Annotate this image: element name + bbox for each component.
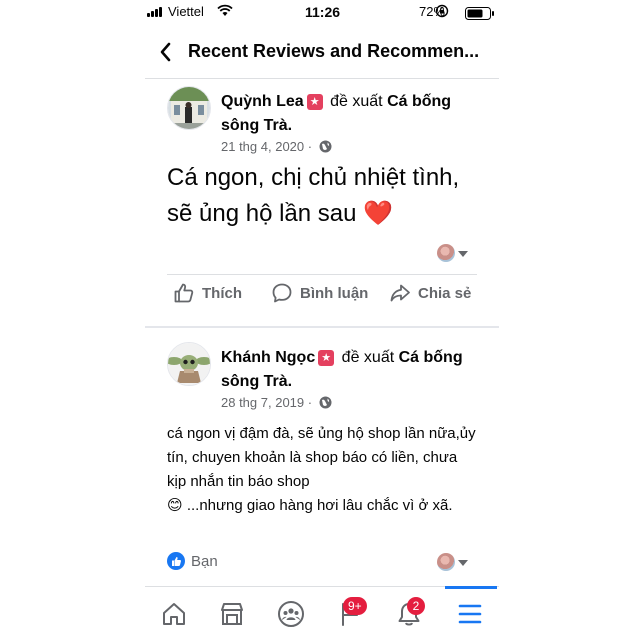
tab-groups[interactable]: [262, 587, 320, 641]
tab-menu[interactable]: [441, 587, 499, 641]
chevron-down-icon[interactable]: [458, 251, 468, 257]
author-name[interactable]: Quỳnh Lea: [221, 93, 304, 110]
active-tab-indicator: [445, 586, 497, 589]
comment-button[interactable]: Bình luận: [271, 282, 368, 304]
like-label: Thích: [202, 284, 242, 302]
post-header: Khánh Ngọc ★ đề xuất Cá bống sông Trà.: [221, 346, 481, 394]
back-icon[interactable]: [157, 40, 175, 64]
like-reaction-icon: [167, 552, 185, 570]
reaction-label: Bạn: [191, 552, 218, 570]
tab-home[interactable]: [145, 587, 203, 641]
menu-icon: [458, 604, 482, 624]
recommend-star-icon: ★: [318, 350, 335, 366]
reaction-avatar[interactable]: [437, 244, 455, 262]
divider: [167, 274, 477, 275]
signal-icon: [147, 7, 162, 17]
battery-percent: 72%: [419, 4, 446, 19]
author-name[interactable]: Khánh Ngọc: [221, 349, 315, 366]
post-header: Quỳnh Lea ★ đề xuất Cá bống sông Trà.: [221, 90, 481, 138]
avatar[interactable]: [167, 342, 211, 386]
header: Recent Reviews and Recommen...: [145, 30, 499, 79]
post-text: cá ngon vị đậm đà, sẽ ủng hộ shop lần nữ…: [167, 422, 477, 518]
recommend-verb: đề xuất: [330, 93, 383, 110]
recommend-star-icon: ★: [306, 94, 323, 110]
heart-emoji: ❤️: [363, 200, 394, 227]
reactions-summary[interactable]: Bạn: [167, 552, 218, 570]
pages-badge: 9+: [343, 597, 367, 615]
share-button[interactable]: Chia sẻ: [389, 282, 471, 304]
bottom-tab-bar: 9+ 2: [145, 586, 499, 641]
post-body: cá ngon vị đậm đà, sẽ ủng hộ shop lần nữ…: [167, 425, 476, 490]
smile-emoji: 😊: [167, 497, 183, 514]
post-body-continued: ...nhưng giao hàng hơi lâu chắc vì ở xã.: [186, 497, 453, 514]
tab-notifications[interactable]: [380, 587, 438, 641]
post-date-text: 28 thg 7, 2019: [221, 395, 305, 410]
chevron-down-icon[interactable]: [458, 560, 468, 566]
clock: 11:26: [305, 4, 341, 20]
recommend-verb: đề xuất: [341, 349, 395, 366]
tab-marketplace[interactable]: [203, 587, 261, 641]
groups-icon: [278, 601, 304, 627]
post-body: Cá ngon, chị chủ nhiệt tình, sẽ ủng hộ l…: [167, 164, 460, 227]
wifi-icon: [217, 4, 233, 16]
globe-icon: [319, 140, 332, 153]
share-icon: [390, 284, 410, 302]
post-date-text: 21 thg 4, 2020: [221, 139, 305, 154]
carrier-name: Viettel: [168, 4, 204, 19]
status-bar: Viettel 11:26 72%: [145, 0, 499, 26]
battery-icon: [465, 7, 494, 20]
notifications-badge: 2: [407, 597, 425, 615]
post-text: Cá ngon, chị chủ nhiệt tình, sẽ ủng hộ l…: [167, 160, 467, 232]
comment-label: Bình luận: [300, 284, 369, 302]
globe-icon: [319, 396, 332, 409]
app-screen: Viettel 11:26 72% Recent Reviews and Rec…: [145, 0, 499, 641]
post-date[interactable]: 21 thg 4, 2020 ·: [221, 139, 332, 154]
avatar[interactable]: [167, 86, 211, 130]
comment-icon: [272, 283, 292, 303]
like-button[interactable]: Thích: [173, 282, 242, 304]
page-title: Recent Reviews and Recommen...: [188, 41, 480, 61]
reaction-avatar[interactable]: [437, 553, 455, 571]
post-actions: Thích Bình luận Chia sẻ: [145, 282, 499, 316]
marketplace-icon: [221, 603, 243, 625]
home-icon: [163, 603, 185, 625]
share-label: Chia sẻ: [418, 284, 472, 302]
post-date[interactable]: 28 thg 7, 2019 ·: [221, 395, 332, 410]
post-separator: [145, 326, 499, 328]
thumbs-up-icon: [174, 283, 194, 303]
